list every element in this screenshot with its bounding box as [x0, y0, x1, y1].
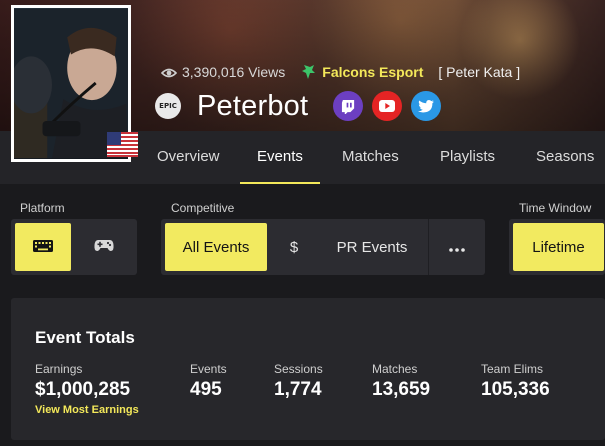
events-value: 495 — [190, 379, 222, 400]
keyboard-button[interactable] — [15, 223, 71, 271]
event-totals-title: Event Totals — [35, 328, 135, 347]
twitter-icon[interactable] — [411, 91, 442, 121]
youtube-icon[interactable] — [372, 91, 403, 121]
tab-seasons[interactable]: Seasons — [519, 131, 605, 184]
eye-icon — [160, 66, 178, 78]
epic-label: EPIC — [159, 102, 177, 110]
epic-games-icon: EPIC — [155, 93, 181, 119]
filter-divider — [428, 219, 429, 275]
earnings-label: Earnings — [35, 362, 83, 376]
team-elims-value: 105,336 — [481, 379, 550, 400]
matches-label: Matches — [372, 362, 418, 376]
player-name: Peterbot — [197, 89, 309, 122]
tab-playlists[interactable]: Playlists — [423, 131, 512, 184]
earnings-value: $1,000,285 — [35, 379, 131, 400]
time-window-label: Time Window — [519, 201, 592, 215]
event-totals-card: Event Totals Earnings $1,000,285 View Mo… — [11, 298, 605, 440]
cash-events-button[interactable]: $ — [277, 223, 311, 271]
events-label: Events — [190, 362, 227, 376]
lifetime-button[interactable]: Lifetime — [513, 223, 604, 271]
more-icon — [449, 239, 465, 256]
matches-value: 13,659 — [372, 379, 431, 400]
profile-name-row: EPIC Peterbot — [155, 88, 450, 124]
stat-matches: Matches 13,659 — [372, 362, 430, 401]
gamepad-button[interactable] — [75, 223, 133, 271]
more-button[interactable] — [431, 223, 483, 271]
stat-events: Events 495 — [190, 362, 227, 401]
competitive-label: Competitive — [171, 201, 235, 215]
sessions-value: 1,774 — [274, 379, 322, 400]
team-elims-label: Team Elims — [481, 362, 544, 376]
platform-label: Platform — [20, 201, 65, 215]
view-most-earnings-link[interactable]: View Most Earnings — [35, 404, 139, 416]
competitive-filter: All Events $ PR Events — [161, 219, 485, 275]
twitch-icon[interactable] — [333, 91, 364, 121]
team-logo-icon — [301, 64, 316, 80]
tab-matches[interactable]: Matches — [325, 131, 416, 184]
real-name: [ Peter Kata ] — [438, 64, 521, 80]
profile-meta: 3,390,016 Views Falcons Esport [ Peter K… — [160, 63, 521, 81]
stat-team-elims: Team Elims 105,336 — [481, 362, 550, 401]
gamepad-icon — [94, 239, 114, 256]
pr-events-button[interactable]: PR Events — [321, 223, 423, 271]
platform-filter — [11, 219, 137, 275]
time-window-filter: Lifetime — [509, 219, 605, 275]
view-count: 3,390,016 Views — [182, 64, 286, 80]
us-flag-icon — [107, 132, 138, 157]
team-link[interactable]: Falcons Esport — [322, 64, 423, 80]
stat-sessions: Sessions 1,774 — [274, 362, 323, 401]
sessions-label: Sessions — [274, 362, 323, 376]
tab-overview[interactable]: Overview — [140, 131, 237, 184]
tab-events[interactable]: Events — [240, 131, 320, 184]
keyboard-icon — [33, 239, 53, 256]
stat-earnings: Earnings $1,000,285 View Most Earnings — [35, 362, 139, 416]
all-events-button[interactable]: All Events — [165, 223, 267, 271]
